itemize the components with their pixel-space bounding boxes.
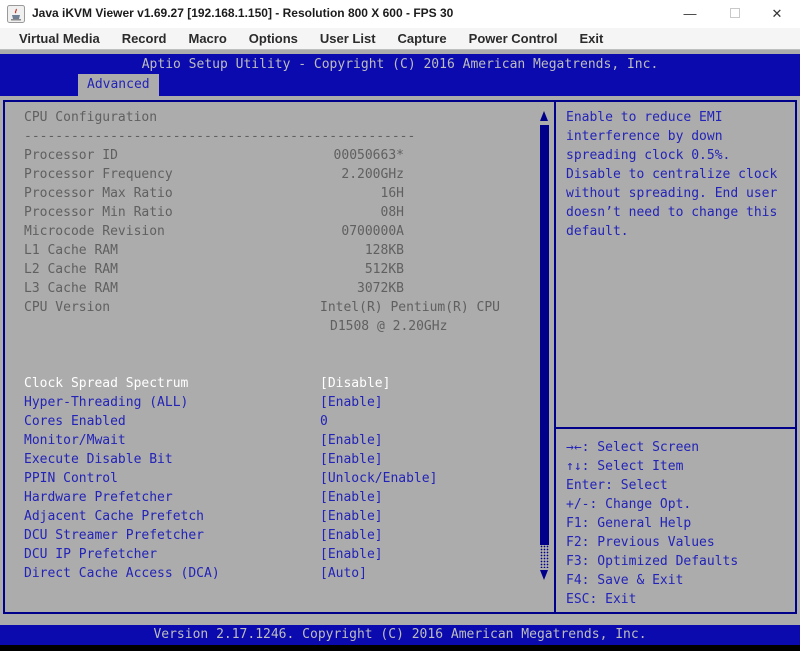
option-cores-enabled[interactable]: Cores Enabled 0 bbox=[24, 412, 545, 431]
info-row-processor-min-ratio: Processor Min Ratio 08H bbox=[24, 203, 545, 222]
tab-advanced[interactable]: Advanced bbox=[78, 74, 159, 96]
scrollbar-thumb[interactable] bbox=[540, 125, 549, 545]
bios-help-panel: Enable to reduce EMI interference by dow… bbox=[554, 102, 795, 612]
spacer-line bbox=[24, 355, 545, 374]
option-dcu-streamer-prefetcher[interactable]: DCU Streamer Prefetcher [Enable] bbox=[24, 526, 545, 545]
hotkey-previous-values: F2: Previous Values bbox=[566, 533, 795, 552]
section-title: CPU Configuration bbox=[24, 108, 545, 127]
info-row-processor-id: Processor ID 00050663* bbox=[24, 146, 545, 165]
bios-header-band: Aptio Setup Utility - Copyright (C) 2016… bbox=[0, 54, 800, 96]
menu-virtual-media[interactable]: Virtual Media bbox=[8, 31, 111, 46]
maximize-button[interactable] bbox=[720, 3, 750, 25]
option-ppin-control[interactable]: PPIN Control [Unlock/Enable] bbox=[24, 469, 545, 488]
hotkey-select-screen: →←: Select Screen bbox=[566, 438, 795, 457]
hotkey-general-help: F1: General Help bbox=[566, 514, 795, 533]
hotkey-save-exit: F4: Save & Exit bbox=[566, 571, 795, 590]
menu-macro[interactable]: Macro bbox=[177, 31, 237, 46]
info-row-cpu-version: CPU Version Intel(R) Pentium(R) CPU bbox=[24, 298, 545, 317]
scrollbar-track[interactable] bbox=[540, 545, 549, 568]
option-dcu-ip-prefetcher[interactable]: DCU IP Prefetcher [Enable] bbox=[24, 545, 545, 564]
info-row-processor-frequency: Processor Frequency 2.200GHz bbox=[24, 165, 545, 184]
option-hardware-prefetcher[interactable]: Hardware Prefetcher [Enable] bbox=[24, 488, 545, 507]
hotkey-optimized-defaults: F3: Optimized Defaults bbox=[566, 552, 795, 571]
window-title: Java iKVM Viewer v1.69.27 [192.168.1.150… bbox=[32, 6, 453, 20]
minimize-button[interactable]: — bbox=[675, 3, 705, 25]
info-row-processor-max-ratio: Processor Max Ratio 16H bbox=[24, 184, 545, 203]
app-window: Java iKVM Viewer v1.69.27 [192.168.1.150… bbox=[0, 0, 800, 651]
spacer-line bbox=[24, 336, 545, 355]
option-clock-spread-spectrum[interactable]: Clock Spread Spectrum [Disable] bbox=[24, 374, 545, 393]
hotkey-esc-exit: ESC: Exit bbox=[566, 590, 795, 609]
bios-left-panel: CPU Configuration ----------------------… bbox=[5, 102, 545, 612]
option-monitor-mwait[interactable]: Monitor/Mwait [Enable] bbox=[24, 431, 545, 450]
menu-capture[interactable]: Capture bbox=[387, 31, 458, 46]
bios-footer: Version 2.17.1246. Copyright (C) 2016 Am… bbox=[0, 625, 800, 645]
hotkey-enter-select: Enter: Select bbox=[566, 476, 795, 495]
close-button[interactable]: ✕ bbox=[762, 3, 792, 25]
java-icon bbox=[7, 5, 25, 23]
menu-record[interactable]: Record bbox=[111, 31, 178, 46]
bios-screen: Aptio Setup Utility - Copyright (C) 2016… bbox=[0, 50, 800, 645]
scrollbar[interactable] bbox=[540, 102, 549, 612]
option-hyper-threading[interactable]: Hyper-Threading (ALL) [Enable] bbox=[24, 393, 545, 412]
info-row-l1-cache: L1 Cache RAM 128KB bbox=[24, 241, 545, 260]
section-separator: ----------------------------------------… bbox=[24, 127, 545, 146]
option-execute-disable-bit[interactable]: Execute Disable Bit [Enable] bbox=[24, 450, 545, 469]
info-row-l3-cache: L3 Cache RAM 3072KB bbox=[24, 279, 545, 298]
help-divider bbox=[556, 427, 795, 429]
bios-header-title: Aptio Setup Utility - Copyright (C) 2016… bbox=[0, 57, 800, 72]
option-direct-cache-access[interactable]: Direct Cache Access (DCA) [Auto] bbox=[24, 564, 545, 583]
info-row-cpu-version-line2: D1508 @ 2.20GHz bbox=[24, 317, 545, 336]
window-titlebar: Java iKVM Viewer v1.69.27 [192.168.1.150… bbox=[0, 0, 800, 29]
hotkey-legend: →←: Select Screen ↑↓: Select Item Enter:… bbox=[556, 438, 795, 609]
scroll-down-icon[interactable] bbox=[540, 570, 548, 580]
menu-user-list[interactable]: User List bbox=[309, 31, 387, 46]
info-row-l2-cache: L2 Cache RAM 512KB bbox=[24, 260, 545, 279]
option-adjacent-cache-prefetch[interactable]: Adjacent Cache Prefetch [Enable] bbox=[24, 507, 545, 526]
menu-bar: Virtual Media Record Macro Options User … bbox=[0, 28, 800, 50]
scroll-up-icon[interactable] bbox=[540, 111, 548, 121]
menu-exit[interactable]: Exit bbox=[569, 31, 615, 46]
help-text: Enable to reduce EMI interference by dow… bbox=[556, 108, 795, 241]
menu-power-control[interactable]: Power Control bbox=[458, 31, 569, 46]
menu-options[interactable]: Options bbox=[238, 31, 309, 46]
bios-main-area: CPU Configuration ----------------------… bbox=[3, 100, 797, 614]
hotkey-change-opt: +/-: Change Opt. bbox=[566, 495, 795, 514]
hotkey-select-item: ↑↓: Select Item bbox=[566, 457, 795, 476]
info-row-microcode-revision: Microcode Revision 0700000A bbox=[24, 222, 545, 241]
